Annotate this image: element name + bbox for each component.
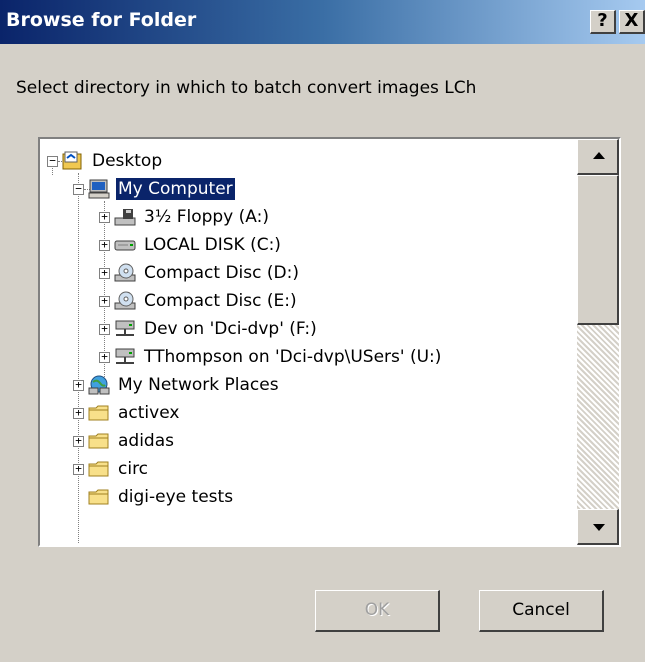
tree-item-my-computer[interactable]: − My Computer <box>73 175 236 203</box>
tree-item-label: Desktop <box>92 151 163 171</box>
close-button[interactable]: X <box>619 10 645 34</box>
browse-for-folder-dialog: Browse for Folder ? X Select directory i… <box>0 0 645 662</box>
tree-viewport: − Desktop − My Computer + 3½ Floppy (A:)… <box>40 139 577 545</box>
tree-item-label: circ <box>118 459 149 479</box>
tree-item-label: My Network Places <box>118 375 279 395</box>
hard-disk-icon <box>114 240 136 251</box>
expand-toggle[interactable]: + <box>99 323 110 335</box>
scroll-down-button[interactable] <box>577 509 619 545</box>
folder-icon <box>88 461 109 477</box>
tree-item-compact-disc-d[interactable]: + Compact Disc (D:) <box>99 259 301 287</box>
vertical-scrollbar[interactable] <box>577 139 619 545</box>
help-button[interactable]: ? <box>590 10 616 34</box>
tree-item-floppy[interactable]: + 3½ Floppy (A:) <box>99 203 271 231</box>
tree-item-label: Dev on 'Dci-dvp' (F:) <box>144 319 317 339</box>
network-drive-icon <box>115 320 135 336</box>
expand-toggle[interactable]: + <box>99 211 110 223</box>
expand-toggle[interactable]: + <box>73 463 84 475</box>
tree-item-label: adidas <box>118 431 174 451</box>
title-bar[interactable]: Browse for Folder ? X <box>0 0 645 44</box>
expand-toggle[interactable]: + <box>73 435 84 447</box>
scroll-up-button[interactable] <box>577 139 619 175</box>
tree-item-my-network-places[interactable]: + My Network Places <box>73 371 281 399</box>
desktop-icon <box>62 151 82 170</box>
tree-item-label: TThompson on 'Dci-dvp\USers' (U:) <box>144 347 442 367</box>
folder-icon <box>88 433 109 449</box>
tree-item-label: activex <box>118 403 180 423</box>
folder-icon <box>88 405 109 421</box>
expand-toggle[interactable]: + <box>99 295 110 307</box>
floppy-drive-icon <box>114 209 136 226</box>
collapse-toggle[interactable]: − <box>47 155 58 167</box>
cd-drive-icon <box>114 291 136 310</box>
tree-item-desktop[interactable]: − Desktop <box>47 147 164 175</box>
folder-icon <box>88 489 109 505</box>
tree-item-tthompson-drive[interactable]: + TThompson on 'Dci-dvp\USers' (U:) <box>99 343 443 371</box>
network-drive-icon <box>115 348 135 364</box>
scrollbar-thumb[interactable] <box>577 175 619 325</box>
tree-item-local-disk[interactable]: + LOCAL DISK (C:) <box>99 231 283 259</box>
tree-item-label: Compact Disc (D:) <box>144 263 299 283</box>
network-places-icon <box>88 375 110 395</box>
tree-connector <box>78 173 79 543</box>
arrow-down-icon <box>593 524 605 531</box>
tree-item-compact-disc-e[interactable]: + Compact Disc (E:) <box>99 287 299 315</box>
folder-tree[interactable]: − Desktop − My Computer + 3½ Floppy (A:)… <box>38 137 621 547</box>
expand-toggle[interactable]: + <box>99 239 110 251</box>
collapse-toggle[interactable]: − <box>73 183 84 195</box>
arrow-up-icon <box>593 152 605 159</box>
tree-item-label: Compact Disc (E:) <box>144 291 297 311</box>
computer-icon <box>88 179 110 199</box>
dialog-title: Browse for Folder <box>6 9 197 31</box>
cancel-button[interactable]: Cancel <box>479 590 604 632</box>
tree-item-label: 3½ Floppy (A:) <box>144 207 269 227</box>
prompt-text: Select directory in which to batch conve… <box>16 78 477 98</box>
tree-item-label: LOCAL DISK (C:) <box>144 235 281 255</box>
cd-drive-icon <box>114 263 136 282</box>
ok-button[interactable]: OK <box>315 590 440 632</box>
tree-item-adidas[interactable]: + adidas <box>73 427 176 455</box>
tree-item-label: digi-eye tests <box>118 487 234 507</box>
expand-toggle[interactable]: + <box>73 407 84 419</box>
tree-item-label: My Computer <box>115 177 236 201</box>
tree-item-digi-eye-tests[interactable]: digi-eye tests <box>88 483 235 511</box>
tree-item-activex[interactable]: + activex <box>73 399 181 427</box>
expand-toggle[interactable]: + <box>99 267 110 279</box>
tree-item-dev-drive[interactable]: + Dev on 'Dci-dvp' (F:) <box>99 315 319 343</box>
expand-toggle[interactable]: + <box>99 351 110 363</box>
expand-toggle[interactable]: + <box>73 379 84 391</box>
tree-item-circ[interactable]: + circ <box>73 455 150 483</box>
